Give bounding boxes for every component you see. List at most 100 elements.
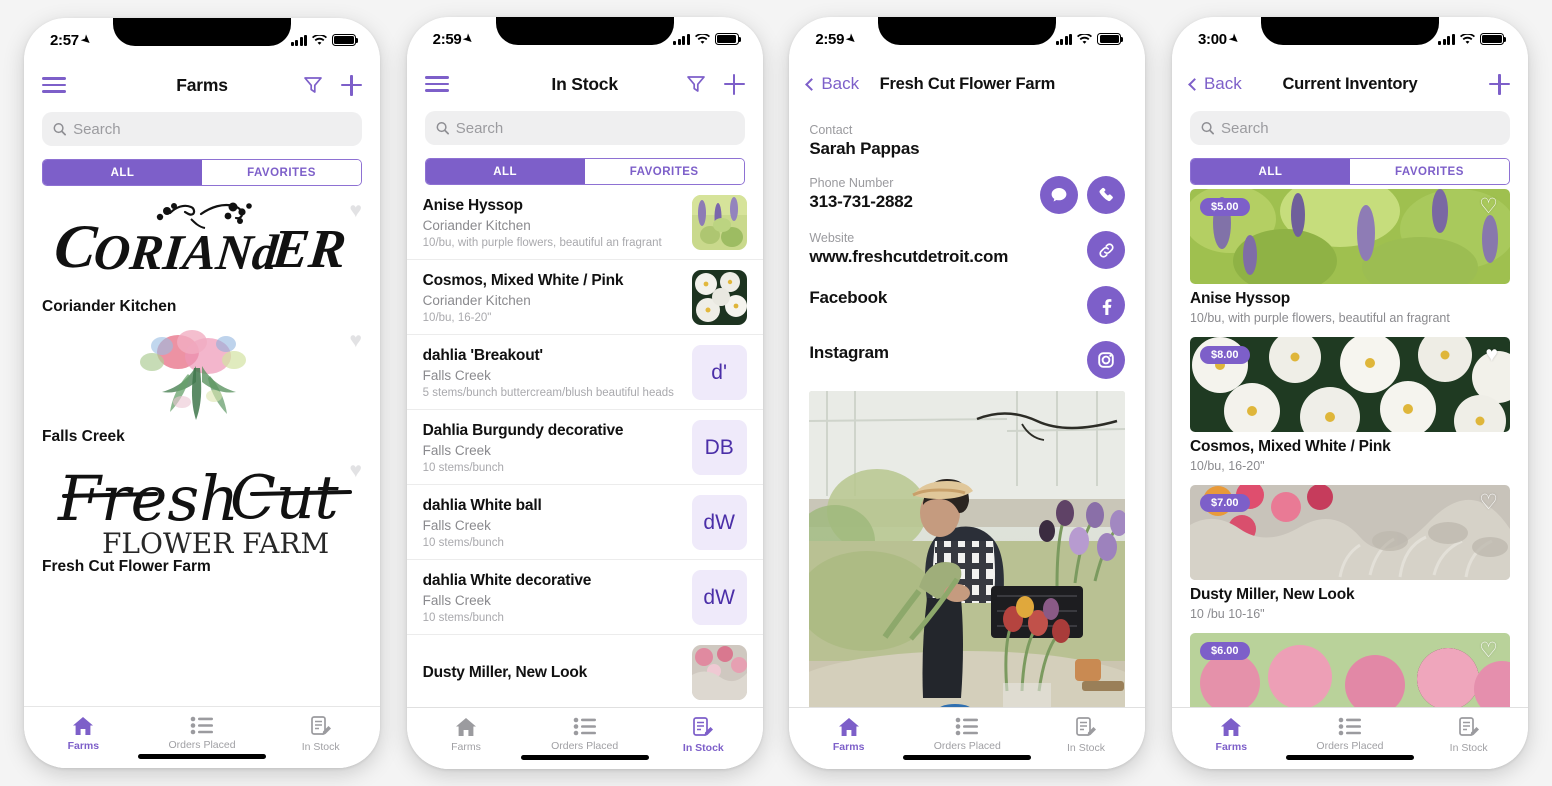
home-icon: [838, 718, 859, 736]
phone-icon[interactable]: [1087, 176, 1126, 214]
tab-orders-placed[interactable]: Orders Placed: [908, 717, 1027, 752]
search-input[interactable]: [455, 119, 734, 137]
tab-orders-placed[interactable]: Orders Placed: [143, 716, 262, 751]
item-initials-avatar: dW: [691, 570, 747, 625]
wifi-icon: [1459, 33, 1475, 44]
back-label: Back: [1203, 74, 1242, 93]
svg-text:Fresh: Fresh: [57, 462, 239, 535]
inventory-card[interactable]: $7.00 ♡ Dusty Miller, New Look 10 /bu 10…: [1172, 481, 1528, 629]
segment-all[interactable]: ALL: [425, 159, 585, 184]
search-bar[interactable]: [424, 111, 745, 145]
tab-farms[interactable]: Farms: [1172, 717, 1291, 753]
message-icon[interactable]: [1040, 176, 1079, 214]
svg-text:Cut: Cut: [230, 463, 340, 533]
link-icon[interactable]: [1087, 231, 1126, 269]
search-bar[interactable]: [1189, 111, 1510, 145]
list-icon: [1338, 717, 1361, 736]
status-indicators: [290, 34, 358, 46]
list-item[interactable]: Dusty Miller, New Look: [407, 635, 763, 707]
inventory-list: $5.00 ♡ Anise Hyssop 10/bu, with purple …: [1172, 185, 1528, 707]
segment-favorites[interactable]: FAVORITES: [1349, 159, 1509, 184]
search-input[interactable]: [73, 120, 351, 138]
facebook-field: Facebook: [809, 286, 1126, 324]
tab-orders-placed[interactable]: Orders Placed: [525, 717, 644, 752]
website-field: Website www.freshcutdetroit.com: [809, 231, 1126, 269]
notch: [1260, 17, 1439, 45]
favorite-heart-icon[interactable]: ♥: [350, 460, 362, 481]
cosmos-white-photo: [691, 270, 747, 325]
farm-card[interactable]: ♥ Fresh Cut FLOWER FARM Fresh Cut Flower…: [24, 446, 380, 576]
field-value: 313-731-2882: [809, 192, 913, 211]
list-item[interactable]: dahlia White decorative Falls Creek 10 s…: [406, 560, 763, 635]
favorite-heart-icon[interactable]: ♡: [1479, 492, 1498, 513]
segment-all[interactable]: ALL: [43, 160, 202, 185]
list-item[interactable]: Dahlia Burgundy decorative Falls Creek 1…: [406, 410, 763, 485]
tab-farms[interactable]: Farms: [407, 717, 526, 753]
list-item[interactable]: Cosmos, Mixed White / Pink Coriander Kit…: [406, 260, 763, 335]
item-description: 5 stems/bunch buttercream/blush beautifu…: [422, 386, 674, 399]
tab-in-stock[interactable]: In Stock: [1027, 717, 1146, 754]
home-indicator: [520, 755, 649, 760]
status-time-group: 2:59 ➤: [433, 31, 476, 48]
farm-card[interactable]: ♥ C ORIANd ER Coriander Kitchen: [24, 186, 380, 316]
back-button[interactable]: Back: [805, 74, 859, 94]
list-item[interactable]: dahlia White ball Falls Creek 10 stems/b…: [406, 485, 763, 560]
add-icon[interactable]: [341, 74, 362, 96]
item-farm: Falls Creek: [422, 517, 491, 533]
phone-farm-detail: 2:59 ➤ Back Fresh Cut Flower Farm Contac…: [789, 17, 1146, 769]
chevron-left-icon: [805, 77, 819, 91]
tab-in-stock[interactable]: In Stock: [261, 716, 380, 753]
filter-icon[interactable]: [686, 74, 706, 94]
farm-card[interactable]: ♥ Falls Creek: [24, 316, 380, 446]
add-icon[interactable]: [1488, 73, 1510, 95]
item-title: dahlia 'Breakout': [422, 346, 543, 364]
battery-icon: [332, 34, 358, 46]
farmer-arranging-flowers-photo: [809, 391, 1126, 707]
search-input[interactable]: [1221, 119, 1499, 137]
segment-favorites[interactable]: FAVORITES: [584, 159, 744, 184]
facebook-icon[interactable]: [1087, 286, 1126, 324]
menu-icon[interactable]: [42, 73, 66, 98]
item-farm: Falls Creek: [422, 367, 491, 383]
tab-farms[interactable]: Farms: [789, 717, 908, 753]
search-bar[interactable]: [42, 112, 362, 146]
segment-all[interactable]: ALL: [1190, 159, 1350, 184]
filter-icon[interactable]: [303, 75, 323, 95]
segment-favorites[interactable]: FAVORITES: [202, 160, 361, 185]
cellular-signal-icon: [1438, 33, 1455, 45]
tab-in-stock[interactable]: In Stock: [1409, 717, 1528, 754]
list-item[interactable]: Anise Hyssop Coriander Kitchen 10/bu, wi…: [406, 185, 763, 260]
segmented-control: ALL FAVORITES: [424, 158, 745, 185]
favorite-heart-icon[interactable]: ♡: [1479, 196, 1498, 217]
favorite-heart-icon[interactable]: ♥: [350, 200, 362, 221]
menu-icon[interactable]: [424, 72, 449, 97]
favorite-heart-icon[interactable]: ♥: [1486, 344, 1498, 365]
status-bar: 3:00 ➤: [1172, 17, 1528, 61]
status-time-group: 2:59 ➤: [815, 31, 858, 48]
price-badge: $7.00: [1199, 494, 1250, 512]
price-badge: $6.00: [1199, 642, 1250, 660]
price-badge: $8.00: [1199, 346, 1250, 364]
item-initials-avatar: dW: [691, 495, 747, 550]
phone-field: Phone Number 313-731-2882: [809, 176, 1126, 214]
back-button[interactable]: Back: [1188, 74, 1242, 94]
instagram-icon[interactable]: [1087, 341, 1126, 379]
favorite-heart-icon[interactable]: ♡: [1479, 640, 1498, 661]
location-arrow-icon: ➤: [1226, 31, 1241, 47]
note-pencil-icon: [693, 717, 714, 736]
favorite-heart-icon[interactable]: ♥: [350, 330, 362, 351]
farm-name: Fresh Cut Flower Farm: [42, 558, 211, 575]
inventory-title: Cosmos, Mixed White / Pink: [1189, 438, 1391, 455]
inventory-card[interactable]: $5.00 ♡ Anise Hyssop 10/bu, with purple …: [1172, 185, 1528, 333]
tab-label: In Stock: [1067, 742, 1105, 754]
tab-label: Farms: [1215, 741, 1248, 753]
tab-in-stock[interactable]: In Stock: [644, 717, 763, 754]
search-icon: [1201, 122, 1214, 135]
inventory-card[interactable]: $8.00 ♥ Cosmos, Mixed White / Pink 10/bu…: [1172, 333, 1528, 481]
add-icon[interactable]: [723, 73, 745, 95]
inventory-card[interactable]: $6.00 ♡: [1172, 629, 1528, 707]
tab-label: Farms: [451, 741, 481, 753]
tab-orders-placed[interactable]: Orders Placed: [1291, 717, 1410, 752]
tab-farms[interactable]: Farms: [24, 716, 143, 752]
list-item[interactable]: dahlia 'Breakout' Falls Creek 5 stems/bu…: [406, 335, 763, 410]
